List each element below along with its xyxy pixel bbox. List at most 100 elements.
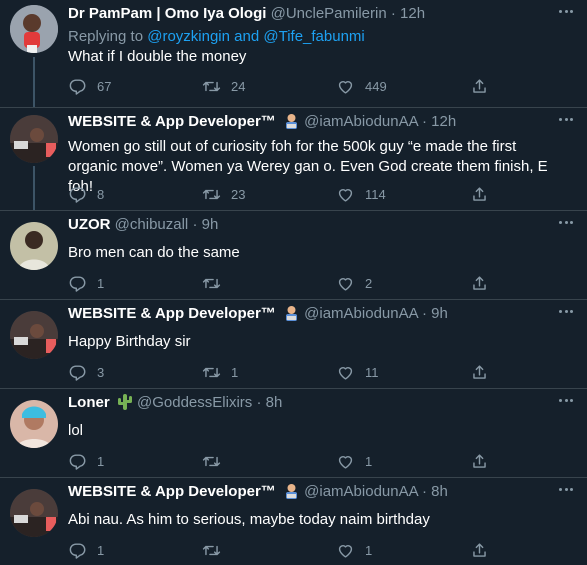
share-button[interactable] xyxy=(470,185,489,204)
tweet-header: WEBSITE & App Developer™ @iamAbiodunAA ·… xyxy=(68,482,547,505)
tweet-3[interactable]: UZOR @chibuzall · 9h Bro men can do the … xyxy=(0,211,587,300)
more-options-icon[interactable] xyxy=(557,393,575,407)
mention-link[interactable]: @Tife_fabunmi xyxy=(263,28,364,45)
tweet-6[interactable]: WEBSITE & App Developer™ @iamAbiodunAA ·… xyxy=(0,478,587,565)
share-button[interactable] xyxy=(470,541,489,560)
display-name[interactable]: UZOR xyxy=(68,216,111,233)
display-name[interactable]: Loner xyxy=(68,394,110,411)
user-handle[interactable]: @iamAbiodunAA xyxy=(304,305,418,322)
share-icon xyxy=(473,275,486,290)
user-handle[interactable]: @iamAbiodunAA xyxy=(304,483,418,500)
reply-button[interactable]: 1 xyxy=(68,541,104,560)
heart-icon xyxy=(338,366,353,380)
display-name[interactable]: WEBSITE & App Developer™ xyxy=(68,483,276,500)
display-name[interactable]: WEBSITE & App Developer™ xyxy=(68,113,276,130)
share-button[interactable] xyxy=(470,274,489,293)
user-handle[interactable]: @UnclePamilerin xyxy=(271,5,387,22)
retweet-button[interactable] xyxy=(202,541,231,560)
timestamp[interactable]: 8h xyxy=(431,483,448,500)
separator-dot: · xyxy=(421,113,427,130)
retweet-button[interactable]: 24 xyxy=(202,77,245,96)
developer-emoji-icon xyxy=(283,112,300,135)
like-button[interactable]: 1 xyxy=(336,541,372,560)
tweet-text: Bro men can do the same xyxy=(68,244,240,261)
tweet-1[interactable]: Dr PamPam | Omo Iya Ologi @UnclePamileri… xyxy=(0,0,587,108)
retweet-button[interactable] xyxy=(202,452,231,471)
retweet-icon xyxy=(202,545,221,555)
user-handle[interactable]: @chibuzall xyxy=(115,216,189,233)
tweet-header: Dr PamPam | Omo Iya Ologi @UnclePamileri… xyxy=(68,4,547,24)
separator-dot: · xyxy=(421,305,427,322)
tweet-2[interactable]: WEBSITE & App Developer™ @iamAbiodunAA ·… xyxy=(0,108,587,211)
more-options-icon[interactable] xyxy=(557,4,575,18)
avatar[interactable] xyxy=(10,222,58,270)
reply-icon xyxy=(69,364,86,381)
share-button[interactable] xyxy=(470,363,489,382)
avatar[interactable] xyxy=(10,115,58,163)
like-count: 114 xyxy=(365,186,386,202)
reply-icon xyxy=(69,542,86,559)
like-button[interactable]: 449 xyxy=(336,77,387,96)
timestamp[interactable]: 9h xyxy=(202,216,219,233)
separator-dot: · xyxy=(256,394,262,411)
more-options-icon[interactable] xyxy=(557,215,575,229)
timestamp[interactable]: 12h xyxy=(431,113,456,130)
display-name[interactable]: WEBSITE & App Developer™ xyxy=(68,305,276,322)
more-options-icon[interactable] xyxy=(557,112,575,126)
share-icon xyxy=(473,78,486,93)
retweet-icon xyxy=(202,367,221,377)
replying-and: and xyxy=(234,28,260,45)
like-count: 11 xyxy=(365,364,379,380)
timestamp[interactable]: 12h xyxy=(400,5,425,22)
like-button[interactable]: 1 xyxy=(336,452,372,471)
reply-button[interactable]: 3 xyxy=(68,363,104,382)
like-button[interactable]: 2 xyxy=(336,274,372,293)
user-handle[interactable]: @iamAbiodunAA xyxy=(304,113,418,130)
reply-button[interactable]: 67 xyxy=(68,77,111,96)
tweet-actions: 1 1 xyxy=(68,451,498,471)
mention-link[interactable]: @royzkingin xyxy=(147,28,230,45)
heart-icon xyxy=(338,80,353,94)
heart-icon xyxy=(338,455,353,469)
tweet-text: Happy Birthday sir xyxy=(68,333,191,350)
retweet-button[interactable]: 23 xyxy=(202,185,245,204)
reply-button[interactable]: 8 xyxy=(68,185,104,204)
like-count: 449 xyxy=(365,78,387,94)
reply-button[interactable]: 1 xyxy=(68,452,104,471)
share-icon xyxy=(473,542,486,557)
display-name[interactable]: Dr PamPam | Omo Iya Ologi xyxy=(68,5,266,22)
reply-button[interactable]: 1 xyxy=(68,274,104,293)
more-options-icon[interactable] xyxy=(557,482,575,496)
timestamp[interactable]: 8h xyxy=(266,394,283,411)
avatar[interactable] xyxy=(10,5,58,53)
like-button[interactable]: 11 xyxy=(336,363,379,382)
tweet-actions: 8 23 114 xyxy=(68,184,498,204)
tweet-text: Abi nau. As him to serious, maybe today … xyxy=(68,511,430,528)
more-options-icon[interactable] xyxy=(557,304,575,318)
avatar[interactable] xyxy=(10,400,58,448)
retweet-button[interactable] xyxy=(202,274,231,293)
avatar[interactable] xyxy=(10,311,58,359)
developer-emoji-icon xyxy=(283,304,300,327)
timestamp[interactable]: 9h xyxy=(431,305,448,322)
tweet-actions: 67 24 449 xyxy=(68,76,498,96)
user-handle[interactable]: @GoddessElixirs xyxy=(137,394,252,411)
retweet-button[interactable]: 1 xyxy=(202,363,238,382)
reply-count: 67 xyxy=(97,78,112,94)
reply-count: 1 xyxy=(97,542,105,558)
share-button[interactable] xyxy=(470,77,489,96)
retweet-count: 23 xyxy=(231,186,246,202)
tweet-text: lol xyxy=(68,422,84,439)
retweet-icon xyxy=(202,189,221,199)
tweet-5[interactable]: Loner @GoddessElixirs · 8h lol 1 1 xyxy=(0,389,587,478)
like-button[interactable]: 114 xyxy=(336,185,386,204)
avatar[interactable] xyxy=(10,489,58,537)
share-icon xyxy=(473,186,486,201)
tweet-actions: 1 2 xyxy=(68,273,498,293)
tweet-actions: 1 1 xyxy=(68,540,498,560)
retweet-icon xyxy=(202,278,221,288)
retweet-count: 24 xyxy=(231,78,246,94)
share-button[interactable] xyxy=(470,452,489,471)
tweet-header: WEBSITE & App Developer™ @iamAbiodunAA ·… xyxy=(68,112,547,135)
tweet-4[interactable]: WEBSITE & App Developer™ @iamAbiodunAA ·… xyxy=(0,300,587,389)
